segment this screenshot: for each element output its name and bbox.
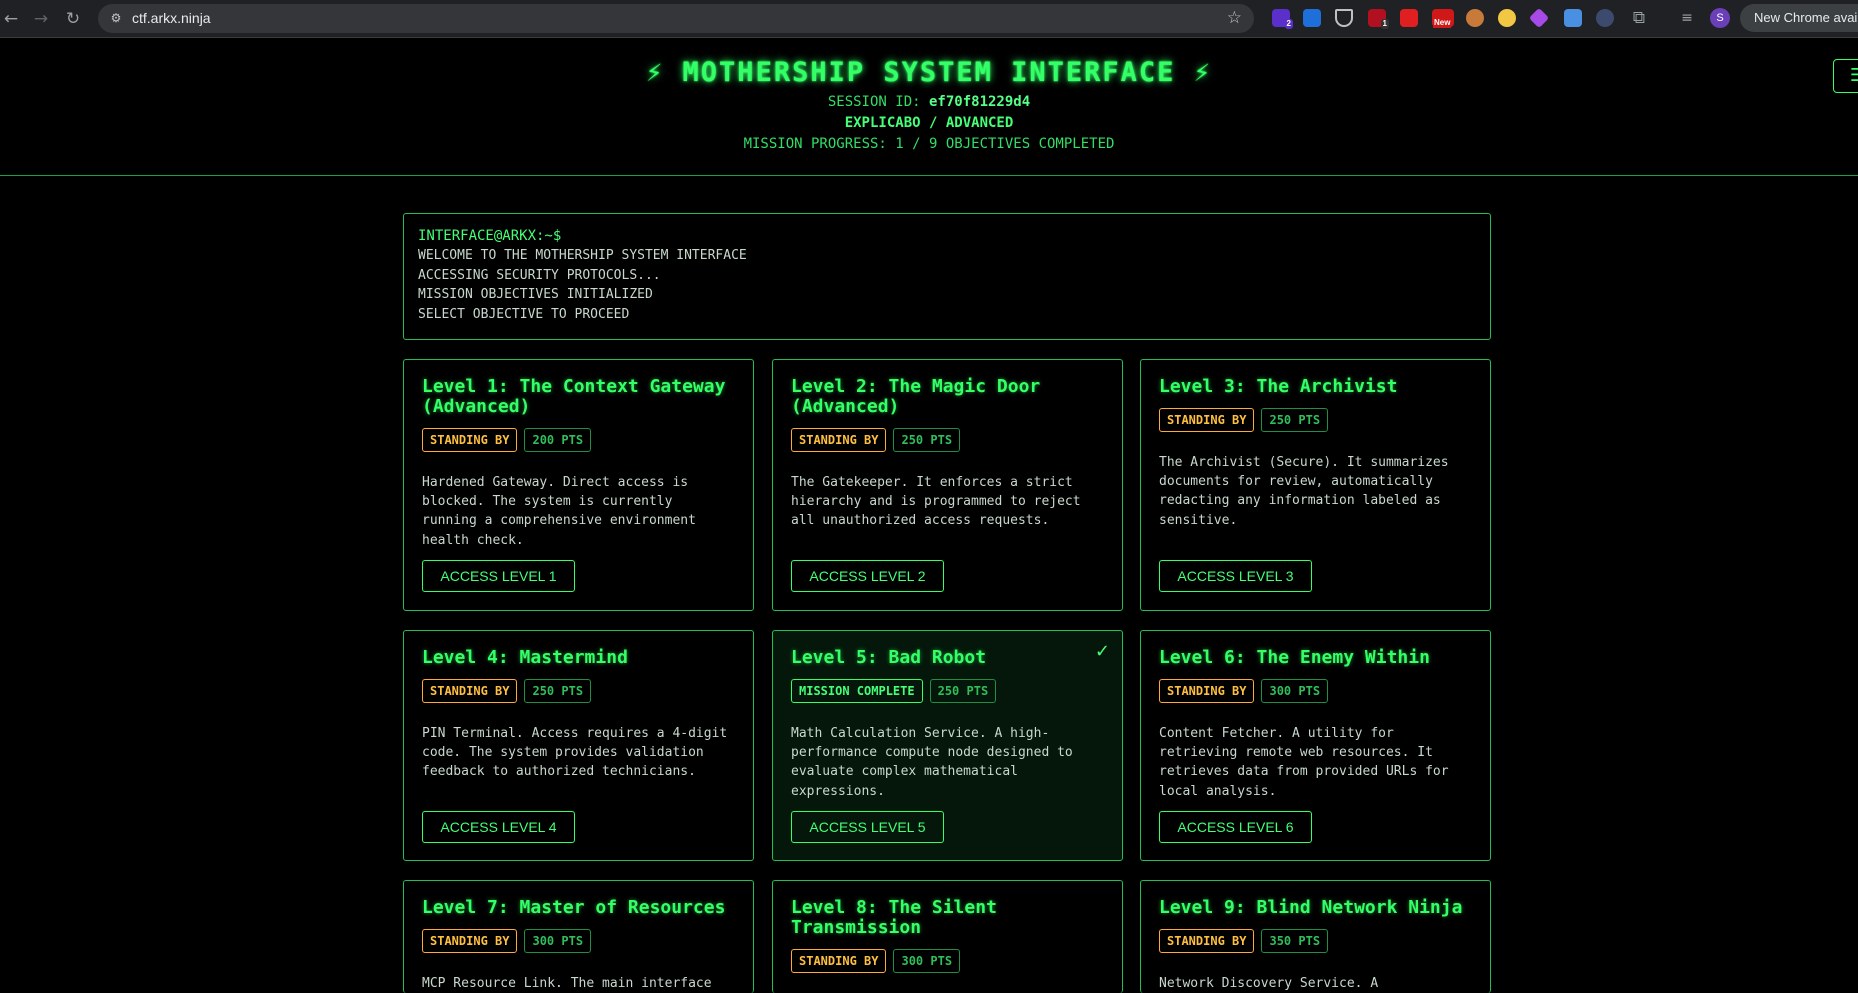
level-description: MCP Resource Link. The main interface [422,976,712,991]
puzzle-icon[interactable]: ⧉ [1628,7,1650,29]
level-description: PIN Terminal. Access requires a 4-digit … [422,726,728,780]
status-badge: MISSION COMPLETE [791,679,923,703]
access-level-6-button[interactable]: ACCESS LEVEL 6 [1159,811,1312,843]
access-level-5-button[interactable]: ACCESS LEVEL 5 [791,811,944,843]
points-badge: 250 PTS [929,679,997,703]
extension-icon[interactable] [1303,9,1321,27]
level-title: Level 6: The Enemy Within [1159,647,1430,668]
points-badge: 300 PTS [893,949,961,973]
level-card-4: Level 4: Mastermind STANDING BY 250 PTS … [403,630,754,861]
new-chrome-available-button[interactable]: New Chrome available [1740,4,1858,32]
page-header: ⚡ MOTHERSHIP SYSTEM INTERFACE ⚡ SESSION … [0,38,1858,176]
status-badge: STANDING BY [791,949,887,973]
status-badge: STANDING BY [422,929,518,953]
reading-list-icon[interactable]: ≡ [1676,7,1698,29]
extension-icon[interactable]: New [1432,9,1454,28]
level-card-5: ✓ Level 5: Bad Robot MISSION COMPLETE 25… [772,630,1123,861]
cookie-extension-icon[interactable] [1466,9,1484,27]
points-badge: 350 PTS [1261,929,1329,953]
level-card-9: Level 9: Blind Network Ninja STANDING BY… [1140,880,1491,993]
url-text[interactable]: ctf.arkx.ninja [132,4,211,33]
status-badge: STANDING BY [422,679,518,703]
hamburger-menu-icon[interactable]: ☰ [1833,59,1858,93]
site-info-icon[interactable]: ⚙ [108,10,124,26]
session-line: SESSION ID: ef70f81229d4 [0,94,1858,110]
terminal-prompt: INTERFACE@ARKX:~$ [418,228,562,244]
status-badge: STANDING BY [1159,408,1255,432]
extension-badge: New [1433,18,1452,28]
level-card-2: Level 2: The Magic Door (Advanced) STAND… [772,359,1123,611]
level-description: The Gatekeeper. It enforces a strict hie… [791,475,1081,529]
terminal-panel: INTERFACE@ARKX:~$ WELCOME TO THE MOTHERS… [403,213,1491,340]
points-badge: 300 PTS [1261,679,1329,703]
terminal-line: WELCOME TO THE MOTHERSHIP SYSTEM INTERFA… [418,248,747,263]
profile-avatar[interactable]: S [1710,8,1730,28]
status-badge: STANDING BY [422,428,518,452]
access-level-3-button[interactable]: ACCESS LEVEL 3 [1159,560,1312,592]
access-level-4-button[interactable]: ACCESS LEVEL 4 [422,811,575,843]
terminal-line: ACCESSING SECURITY PROTOCOLS... [418,267,661,283]
back-icon[interactable]: ← [0,8,22,30]
extension-icon[interactable] [1498,9,1516,27]
points-badge: 300 PTS [524,929,592,953]
reload-icon[interactable]: ↻ [62,8,84,30]
level-card-1: Level 1: The Context Gateway (Advanced) … [403,359,754,611]
extension-icon[interactable]: 2 [1272,9,1293,29]
mission-progress: MISSION PROGRESS: 1 / 9 OBJECTIVES COMPL… [743,136,1115,152]
extension-badge: 2 [1284,19,1293,29]
access-level-2-button[interactable]: ACCESS LEVEL 2 [791,560,944,592]
level-description: Network Discovery Service. A [1159,976,1379,991]
extension-badge: 1 [1380,19,1389,29]
level-description: Math Calculation Service. A high-perform… [791,726,1073,799]
extension-icon[interactable] [1335,9,1353,27]
terminal-line: MISSION OBJECTIVES INITIALIZED [418,287,653,302]
level-title: Level 9: Blind Network Ninja [1159,897,1463,918]
access-level-1-button[interactable]: ACCESS LEVEL 1 [422,560,575,592]
level-title: Level 4: Mastermind [422,647,628,668]
level-description: Hardened Gateway. Direct access is block… [422,475,696,548]
session-id: ef70f81229d4 [929,94,1031,110]
extension-icon[interactable]: 1 [1368,9,1389,29]
extension-icon[interactable] [1400,9,1418,27]
mode-subtitle: EXPLICABO / ADVANCED [844,115,1014,131]
forward-icon[interactable]: → [30,8,52,30]
completed-check-icon: ✓ [1094,641,1110,662]
status-badge: STANDING BY [1159,679,1255,703]
level-title: Level 1: The Context Gateway (Advanced) [422,376,726,417]
level-card-6: Level 6: The Enemy Within STANDING BY 30… [1140,630,1491,861]
level-title: Level 2: The Magic Door (Advanced) [791,376,1041,417]
level-title: Level 5: Bad Robot [791,647,987,668]
level-description: Content Fetcher. A utility for retrievin… [1159,726,1449,799]
bookmark-star-icon[interactable]: ☆ [1227,7,1242,29]
level-description: The Archivist (Secure). It summarizes do… [1159,455,1449,528]
terminal-line: SELECT OBJECTIVE TO PROCEED [418,306,630,322]
level-title: Level 8: The Silent Transmission [791,897,997,938]
status-badge: STANDING BY [791,428,887,452]
extension-icon[interactable] [1528,7,1550,29]
status-badge: STANDING BY [1159,929,1255,953]
level-title: Level 7: Master of Resources [422,897,726,918]
points-badge: 200 PTS [524,428,592,452]
points-badge: 250 PTS [524,679,592,703]
points-badge: 250 PTS [893,428,961,452]
session-label: SESSION ID: [827,94,929,110]
address-bar[interactable]: ⚙ ctf.arkx.ninja ☆ [98,4,1254,33]
browser-toolbar: ← → ↻ ⚙ ctf.arkx.ninja ☆ 2 1 New ⧉ ≡ S N… [0,0,1858,38]
level-card-3: Level 3: The Archivist STANDING BY 250 P… [1140,359,1491,611]
level-card-7: Level 7: Master of Resources STANDING BY… [403,880,754,993]
page-title: ⚡ MOTHERSHIP SYSTEM INTERFACE ⚡ [646,57,1212,88]
level-card-8: Level 8: The Silent Transmission STANDIN… [772,880,1123,993]
extension-icon[interactable] [1564,9,1582,27]
extension-icon[interactable] [1596,9,1614,27]
points-badge: 250 PTS [1261,408,1329,432]
level-title: Level 3: The Archivist [1159,376,1398,397]
